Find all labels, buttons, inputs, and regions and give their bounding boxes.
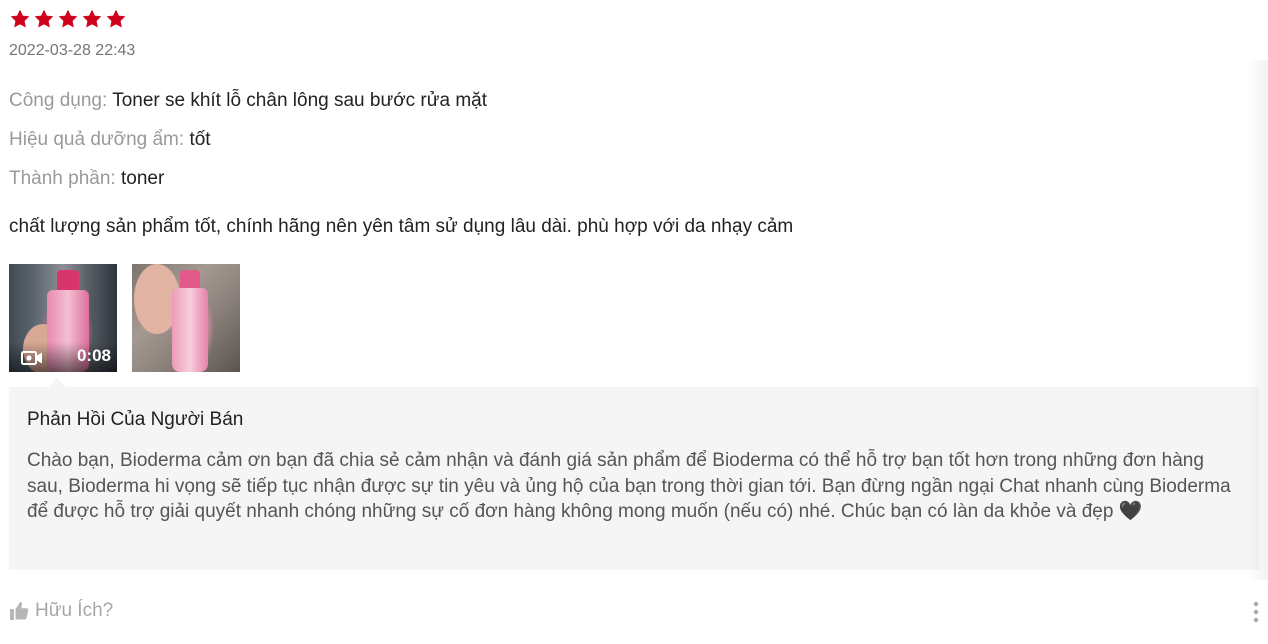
more-options-button[interactable]	[1252, 600, 1260, 624]
attribute-usage: Công dụng: Toner se khít lỗ chân lông sa…	[9, 90, 487, 112]
more-vertical-icon	[1252, 600, 1260, 624]
attribute-value: tốt	[189, 129, 211, 150]
reply-pointer	[48, 378, 66, 387]
attribute-label: Hiệu quả dưỡng ẩm:	[9, 129, 185, 150]
review-item: 2022-03-28 22:43 Công dụng: Toner se khí…	[0, 0, 1268, 644]
review-video-thumbnail[interactable]: 0:08	[9, 264, 117, 372]
helpful-label: Hữu Ích?	[35, 600, 114, 621]
star-icon	[81, 8, 103, 30]
star-icon	[105, 8, 127, 30]
attribute-ingredients: Thành phần: toner	[9, 168, 164, 190]
attribute-moisturizing: Hiệu quả dưỡng ẩm: tốt	[9, 129, 211, 151]
rating-stars	[9, 8, 127, 30]
edge-shadow	[1246, 60, 1268, 580]
review-image-thumbnail[interactable]	[132, 264, 240, 372]
seller-reply: Phản Hồi Của Người Bán Chào bạn, Bioderm…	[9, 387, 1259, 570]
star-icon	[57, 8, 79, 30]
seller-reply-title: Phản Hồi Của Người Bán	[27, 409, 244, 430]
attribute-value: Toner se khít lỗ chân lông sau bước rửa …	[112, 90, 487, 111]
attribute-value: toner	[120, 168, 165, 189]
video-duration: 0:08	[76, 346, 111, 365]
video-camera-icon	[21, 351, 43, 365]
helpful-button[interactable]: Hữu Ích?	[9, 600, 113, 622]
seller-reply-body: Chào bạn, Bioderma cảm ơn bạn đã chia sẻ…	[27, 450, 1231, 522]
star-icon	[9, 8, 31, 30]
review-timestamp: 2022-03-28 22:43	[9, 42, 136, 59]
bottle-shape	[172, 288, 208, 372]
attribute-label: Công dụng:	[9, 90, 108, 111]
thumbs-up-icon	[9, 601, 29, 621]
review-comment: chất lượng sản phẩm tốt, chính hãng nên …	[9, 216, 794, 237]
attribute-label: Thành phần:	[9, 168, 116, 189]
star-icon	[33, 8, 55, 30]
